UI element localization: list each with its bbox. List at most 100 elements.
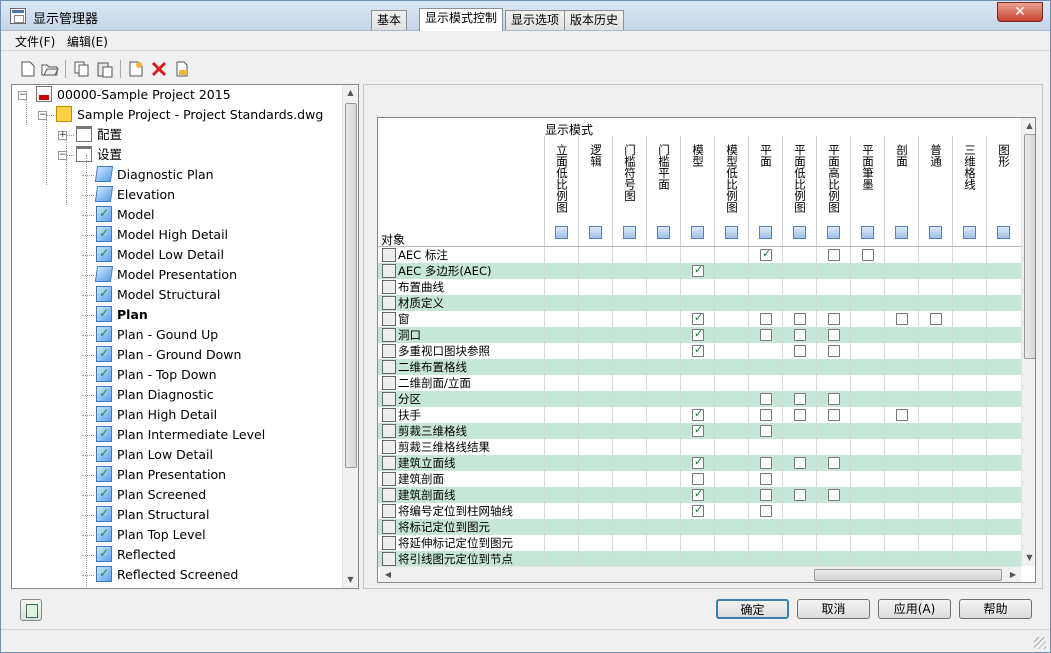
column-header[interactable]: 三维格线 bbox=[952, 136, 986, 246]
object-row[interactable]: 二维剖面/立面 bbox=[378, 375, 1021, 391]
tree-item[interactable]: 配置 bbox=[76, 125, 122, 145]
tree-item[interactable]: Plan Structural bbox=[96, 503, 209, 525]
menu-file[interactable]: 文件(F) bbox=[15, 33, 55, 50]
column-header[interactable]: 平面 bbox=[748, 136, 782, 246]
scroll-thumb[interactable] bbox=[1024, 134, 1035, 359]
mode-checkbox[interactable] bbox=[828, 329, 840, 341]
object-row[interactable]: 将引线图元定位到节点 bbox=[378, 551, 1021, 567]
tree-item[interactable]: Model Low Detail bbox=[96, 243, 224, 265]
scroll-thumb[interactable] bbox=[814, 569, 1002, 581]
mode-checkbox[interactable] bbox=[828, 489, 840, 501]
mode-checkbox[interactable] bbox=[862, 249, 874, 261]
object-row[interactable]: 分区 bbox=[378, 391, 1021, 407]
tab-display-options[interactable]: 显示选项 bbox=[505, 10, 566, 30]
object-row[interactable]: 剪裁三维格线 bbox=[378, 422, 1021, 439]
object-row[interactable]: 布置曲线 bbox=[378, 279, 1021, 295]
open-icon[interactable] bbox=[41, 60, 59, 78]
mode-checkbox[interactable] bbox=[760, 409, 772, 421]
tree-item[interactable]: Plan Screened bbox=[96, 483, 206, 505]
tree-item[interactable]: Plan Presentation bbox=[96, 463, 226, 485]
mode-checkbox[interactable] bbox=[692, 473, 704, 485]
tab-basic[interactable]: 基本 bbox=[371, 10, 408, 30]
object-row[interactable]: 材质定义 bbox=[378, 295, 1021, 311]
object-row[interactable]: 多重视口图块参照 bbox=[378, 342, 1021, 359]
scroll-down-icon[interactable]: ▼ bbox=[1022, 550, 1035, 566]
mode-checkbox[interactable] bbox=[760, 489, 772, 501]
object-row[interactable]: 二维布置格线 bbox=[378, 359, 1021, 375]
column-header[interactable]: 平面低比例图 bbox=[782, 136, 816, 246]
grid-vertical-scrollbar[interactable]: ▲ ▼ bbox=[1021, 118, 1035, 566]
tree-item[interactable]: Diagnostic Plan bbox=[94, 165, 214, 185]
scroll-down-icon[interactable]: ▼ bbox=[343, 572, 358, 588]
purge-icon[interactable] bbox=[173, 60, 191, 78]
tree-item[interactable]: 设置 bbox=[76, 145, 122, 165]
mode-checkbox[interactable] bbox=[828, 393, 840, 405]
tree-item[interactable]: Plan - Gound Up bbox=[96, 323, 218, 345]
mode-checkbox[interactable] bbox=[692, 310, 704, 326]
mode-checkbox[interactable] bbox=[760, 425, 772, 437]
column-header[interactable]: 平面筆墨 bbox=[850, 136, 884, 246]
column-header[interactable]: 立面低比例图 bbox=[544, 136, 578, 246]
object-row[interactable]: 窗 bbox=[378, 310, 1021, 327]
tree-item[interactable]: Plan - Top Down bbox=[96, 363, 217, 385]
tree-item[interactable]: Plan Top Level bbox=[96, 523, 206, 545]
mode-checkbox[interactable] bbox=[692, 262, 704, 278]
grid-horizontal-scrollbar[interactable]: ◀ ▶ bbox=[380, 566, 1021, 582]
mode-checkbox[interactable] bbox=[794, 329, 806, 341]
mode-checkbox[interactable] bbox=[828, 249, 840, 261]
tree-item[interactable]: Model Presentation bbox=[94, 265, 237, 285]
column-header[interactable]: 图形 bbox=[986, 136, 1020, 246]
mode-checkbox[interactable] bbox=[692, 422, 704, 438]
resize-grip[interactable] bbox=[1034, 637, 1046, 649]
column-header[interactable]: 门槛平面 bbox=[646, 136, 680, 246]
tree-item[interactable]: Plan High Detail bbox=[96, 403, 217, 425]
object-row[interactable]: 扶手 bbox=[378, 406, 1021, 423]
mode-checkbox[interactable] bbox=[692, 454, 704, 470]
scroll-up-icon[interactable]: ▲ bbox=[1022, 118, 1035, 134]
tree-item[interactable]: Reflected bbox=[96, 543, 176, 565]
mode-checkbox[interactable] bbox=[896, 409, 908, 421]
mode-checkbox[interactable] bbox=[794, 393, 806, 405]
mode-checkbox[interactable] bbox=[794, 457, 806, 469]
new-icon[interactable] bbox=[19, 60, 37, 78]
object-row[interactable]: 建筑立面线 bbox=[378, 454, 1021, 471]
object-row[interactable]: 建筑剖面 bbox=[378, 471, 1021, 487]
tree-item[interactable]: Model bbox=[96, 203, 155, 225]
tree-item[interactable]: Plan bbox=[96, 303, 148, 325]
mode-checkbox[interactable] bbox=[828, 457, 840, 469]
scroll-up-icon[interactable]: ▲ bbox=[343, 85, 358, 101]
copy-icon[interactable] bbox=[73, 60, 91, 78]
column-header[interactable]: 逻辑 bbox=[578, 136, 612, 246]
column-header[interactable]: 普通 bbox=[918, 136, 952, 246]
object-row[interactable]: 洞口 bbox=[378, 326, 1021, 343]
object-row[interactable]: 剪裁三维格线结果 bbox=[378, 439, 1021, 455]
tree-item[interactable]: Plan Low Detail bbox=[96, 443, 213, 465]
mode-checkbox[interactable] bbox=[692, 326, 704, 342]
tree-item[interactable]: Plan Intermediate Level bbox=[96, 423, 265, 445]
mode-checkbox[interactable] bbox=[760, 393, 772, 405]
paste-icon[interactable] bbox=[96, 60, 114, 78]
mode-checkbox[interactable] bbox=[760, 457, 772, 469]
column-header[interactable]: 模型低比例图 bbox=[714, 136, 748, 246]
tree-scrollbar[interactable]: ▲ ▼ bbox=[342, 85, 358, 588]
tree-item[interactable]: Sample Project - Project Standards.dwg bbox=[56, 105, 323, 125]
mode-checkbox[interactable] bbox=[760, 313, 772, 325]
tab-display-mode-control[interactable]: 显示模式控制 bbox=[419, 8, 504, 31]
tree-item[interactable]: Reflected Screened bbox=[96, 563, 238, 585]
column-header[interactable]: 模型 bbox=[680, 136, 714, 246]
mode-checkbox[interactable] bbox=[896, 313, 908, 325]
menu-edit[interactable]: 编辑(E) bbox=[67, 33, 108, 50]
mode-checkbox[interactable] bbox=[828, 313, 840, 325]
object-row[interactable]: 将延伸标记定位到图元 bbox=[378, 535, 1021, 551]
mode-checkbox[interactable] bbox=[930, 313, 942, 325]
mode-checkbox[interactable] bbox=[760, 246, 772, 262]
mode-checkbox[interactable] bbox=[692, 486, 704, 502]
tree-item[interactable]: 00000-Sample Project 2015 bbox=[36, 85, 231, 105]
mode-checkbox[interactable] bbox=[760, 329, 772, 341]
tab-version-history[interactable]: 版本历史 bbox=[564, 10, 625, 30]
object-row[interactable]: 将标记定位到图元 bbox=[378, 519, 1021, 535]
mode-checkbox[interactable] bbox=[692, 406, 704, 422]
new-display-set-icon[interactable] bbox=[127, 60, 145, 78]
ok-button[interactable]: 确定 bbox=[716, 599, 789, 619]
tree-item[interactable]: Elevation bbox=[94, 185, 175, 205]
